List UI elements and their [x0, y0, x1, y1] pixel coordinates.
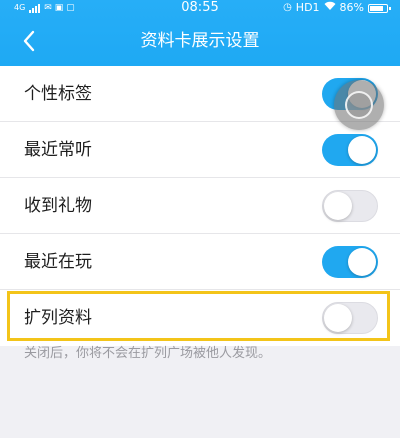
setting-row-expand-profile: 扩列资料 — [0, 290, 400, 346]
touch-indicator — [334, 80, 384, 130]
status-right: ◷ HD1 86% — [283, 0, 391, 16]
setting-label: 最近常听 — [24, 140, 92, 160]
setting-row-gifts: 收到礼物 — [0, 178, 400, 234]
setting-row-recent-listen: 最近常听 — [0, 122, 400, 178]
toggle-knob — [348, 136, 376, 164]
alarm-icon: ◷ — [283, 2, 292, 13]
status-bar: 4G ✉ ▣ ▢ 08:55 ◷ HD1 86% — [0, 0, 400, 16]
setting-label: 最近在玩 — [24, 252, 92, 272]
toggle-switch[interactable] — [322, 190, 378, 222]
toggle-knob — [348, 248, 376, 276]
wifi-icon — [324, 0, 336, 16]
battery-fill — [370, 5, 383, 11]
nav-bar: 资料卡展示设置 — [0, 16, 400, 66]
network-right: HD1 — [295, 1, 320, 14]
battery-percent: 86% — [339, 1, 364, 14]
chevron-left-icon — [23, 30, 35, 52]
setting-label: 收到礼物 — [24, 196, 92, 216]
toggle-switch[interactable] — [322, 134, 378, 166]
footer-note: 关闭后，你将不会在扩列广场被他人发现。 — [24, 346, 272, 361]
toggle-switch[interactable] — [322, 246, 378, 278]
toggle-knob — [324, 192, 352, 220]
setting-label: 扩列资料 — [24, 308, 92, 328]
toggle-knob — [324, 304, 352, 332]
battery-icon — [368, 3, 391, 13]
back-button[interactable] — [12, 24, 46, 58]
toggle-switch[interactable] — [322, 302, 378, 334]
setting-row-recent-play: 最近在玩 — [0, 234, 400, 290]
header-bar: 4G ✉ ▣ ▢ 08:55 ◷ HD1 86% 资料卡展示设置 — [0, 0, 400, 66]
setting-label: 个性标签 — [24, 84, 92, 104]
page-title: 资料卡展示设置 — [140, 31, 260, 51]
